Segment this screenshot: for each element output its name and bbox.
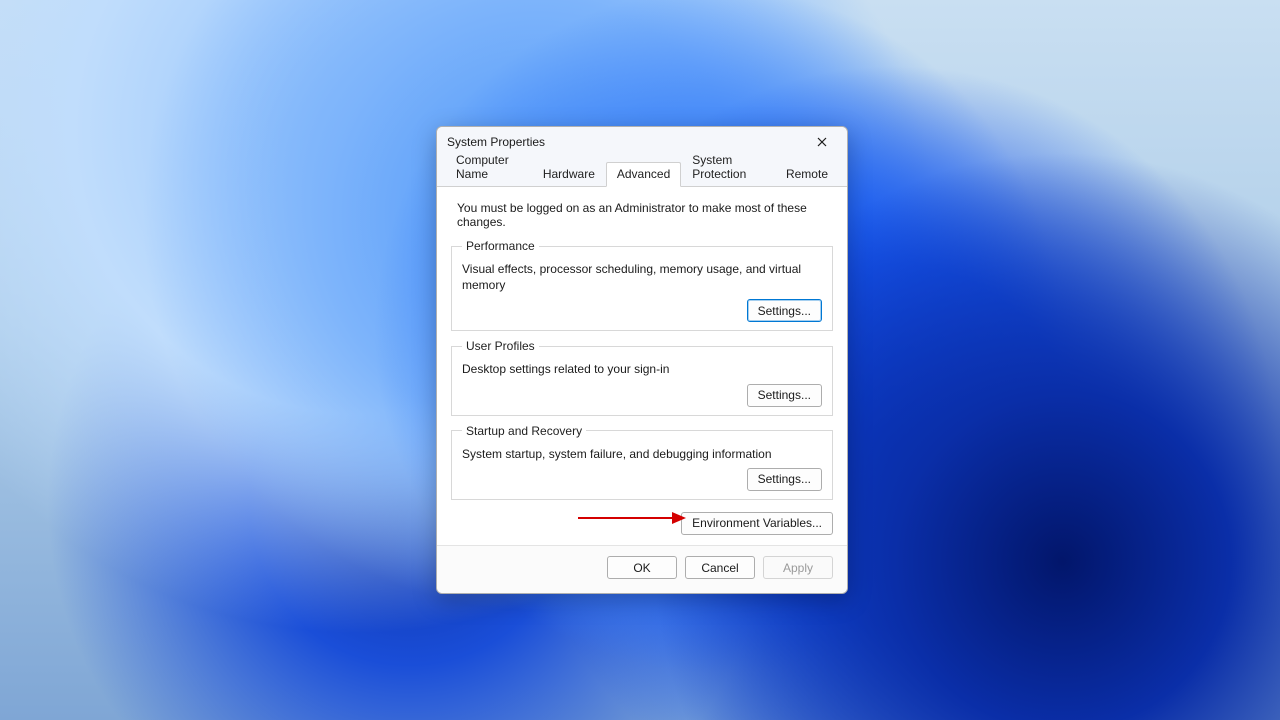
user-profiles-settings-button[interactable]: Settings... [747,384,822,407]
group-startup-recovery-title: Startup and Recovery [462,424,586,438]
close-button[interactable] [803,131,841,153]
admin-note: You must be logged on as an Administrato… [451,197,833,231]
group-user-profiles-desc: Desktop settings related to your sign-in [462,361,822,377]
tab-remote[interactable]: Remote [775,162,839,187]
environment-variables-button[interactable]: Environment Variables... [681,512,833,535]
apply-button[interactable]: Apply [763,556,833,579]
tab-computer-name[interactable]: Computer Name [445,148,532,187]
desktop-wallpaper: System Properties Computer Name Hardware… [0,0,1280,720]
window-title: System Properties [447,135,803,149]
tab-strip: Computer Name Hardware Advanced System P… [437,157,847,187]
system-properties-dialog: System Properties Computer Name Hardware… [436,126,848,594]
tab-body-advanced: You must be logged on as an Administrato… [437,187,847,545]
group-performance-title: Performance [462,239,539,253]
tab-advanced[interactable]: Advanced [606,162,681,187]
ok-button[interactable]: OK [607,556,677,579]
group-performance: Performance Visual effects, processor sc… [451,239,833,331]
group-startup-recovery: Startup and Recovery System startup, sys… [451,424,833,500]
group-startup-recovery-desc: System startup, system failure, and debu… [462,446,822,462]
tab-system-protection[interactable]: System Protection [681,148,775,187]
startup-recovery-settings-button[interactable]: Settings... [747,468,822,491]
dialog-footer: OK Cancel Apply [437,545,847,593]
cancel-button[interactable]: Cancel [685,556,755,579]
group-user-profiles: User Profiles Desktop settings related t… [451,339,833,415]
close-icon [817,137,827,147]
group-performance-desc: Visual effects, processor scheduling, me… [462,261,822,293]
environment-variables-row: Environment Variables... [451,508,833,537]
tab-hardware[interactable]: Hardware [532,162,606,187]
performance-settings-button[interactable]: Settings... [747,299,822,322]
group-user-profiles-title: User Profiles [462,339,539,353]
